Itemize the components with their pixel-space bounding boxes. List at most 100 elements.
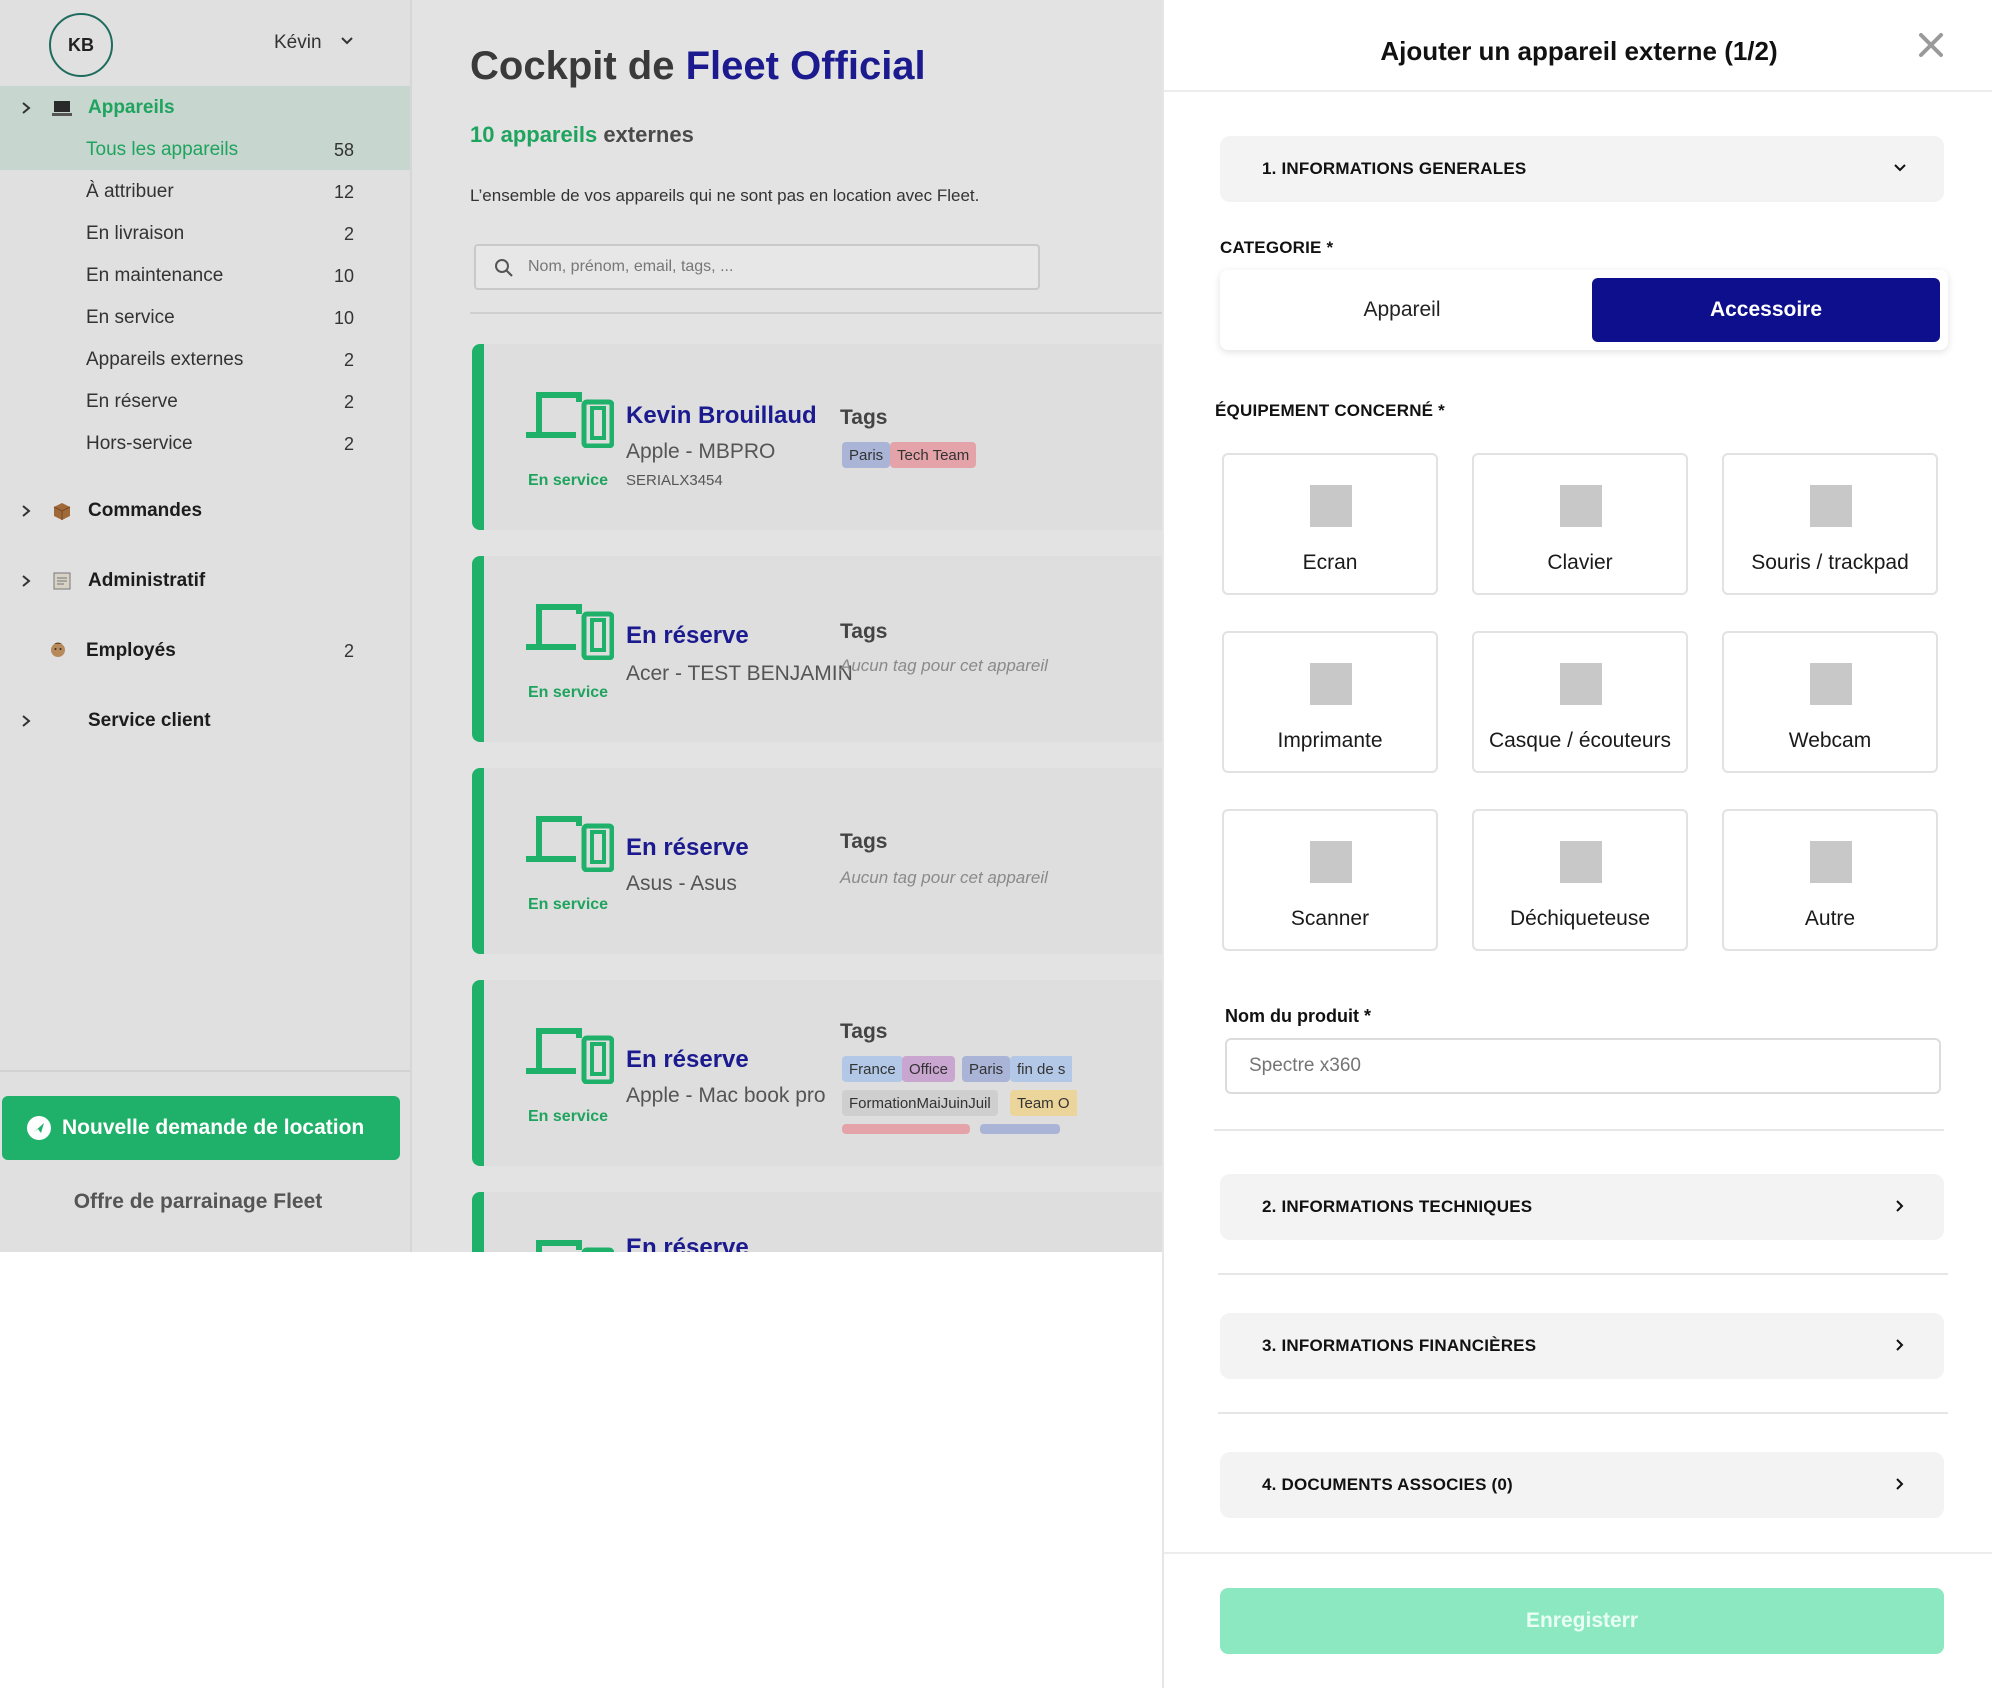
equipment-tile-label: Casque / écouteurs (1488, 729, 1672, 752)
subtitle-count: 10 appareils (470, 122, 598, 147)
sidebar-subitem-count: 2 (343, 349, 354, 370)
devices-icon (536, 1240, 614, 1252)
device-card[interactable]: En réserve (472, 1192, 1162, 1252)
device-owner[interactable]: En réserve (626, 622, 749, 650)
sidebar-subitem-externes[interactable]: Appareils externes 2 (0, 340, 410, 380)
device-card[interactable]: En service En réserve Apple - Mac book p… (472, 980, 1162, 1166)
equipment-tile-autre[interactable]: Autre (1722, 809, 1938, 951)
equipment-tile-scanner[interactable]: Scanner (1222, 809, 1438, 951)
category-option-accessoire[interactable]: Accessoire (1592, 278, 1940, 342)
device-owner[interactable]: En réserve (626, 1046, 749, 1074)
tags-title: Tags (840, 1020, 888, 1043)
sidebar-subitem-en-maintenance[interactable]: En maintenance 10 (0, 256, 410, 296)
panel-footer-divider (1164, 1552, 1992, 1554)
sidebar-item-administratif[interactable]: Administratif (0, 561, 410, 601)
sidebar-item-service-client[interactable]: Service client (0, 701, 410, 741)
printer-icon (1310, 663, 1352, 705)
save-button[interactable]: Enregisterr (1220, 1588, 1944, 1654)
device-owner[interactable]: En réserve (626, 1234, 749, 1252)
chevron-right-icon[interactable] (20, 101, 32, 115)
sidebar-subitem-tous[interactable]: Tous les appareils 58 (0, 130, 410, 170)
tag: Paris (842, 442, 891, 468)
sidebar-subitem-en-service[interactable]: En service 10 (0, 298, 410, 338)
sidebar-item-label: Service client (88, 710, 211, 731)
mouse-icon (1810, 485, 1852, 527)
sidebar-item-commandes[interactable]: Commandes (0, 491, 410, 531)
sidebar-subitem-label: En livraison (86, 223, 185, 244)
main-content: Cockpit de Fleet Official 10 appareils e… (414, 0, 1162, 1252)
chevron-right-icon[interactable] (1892, 1476, 1908, 1492)
device-card[interactable]: En service En réserve Asus - Asus Tags A… (472, 768, 1162, 954)
equipment-tile-label: Déchiqueteuse (1509, 907, 1651, 930)
equipment-tile-souris[interactable]: Souris / trackpad (1722, 453, 1938, 595)
sidebar-subitem-label: À attribuer (86, 181, 174, 202)
document-icon (53, 572, 71, 590)
sidebar-item-appareils[interactable]: Appareils (0, 88, 410, 128)
main-divider (470, 312, 1162, 314)
chevron-down-icon[interactable] (340, 34, 354, 48)
category-segmented-control: Appareil Accessoire (1220, 270, 1948, 350)
close-button[interactable] (1914, 28, 1948, 62)
chevron-right-icon[interactable] (1892, 1198, 1908, 1214)
sidebar-subitem-count: 2 (343, 391, 354, 412)
tag: France (842, 1056, 903, 1082)
search-placeholder: Nom, prénom, email, tags, ... (528, 258, 734, 275)
device-model: Apple - Mac book pro (626, 1084, 826, 1107)
chevron-right-icon[interactable] (20, 714, 32, 728)
sidebar-subitem-label: Appareils externes (86, 349, 244, 370)
equipment-tile-casque[interactable]: Casque / écouteurs (1472, 631, 1688, 773)
cta-label: Nouvelle demande de location (62, 1116, 365, 1139)
chevron-right-icon[interactable] (20, 574, 32, 588)
section-divider (1214, 1129, 1944, 1131)
close-icon[interactable] (1918, 32, 1944, 58)
keyboard-icon (1560, 485, 1602, 527)
device-card[interactable]: En service En réserve Acer - TEST BENJAM… (472, 556, 1162, 742)
section-technical-info[interactable]: 2. INFORMATIONS TECHNIQUES (1220, 1174, 1944, 1240)
devices-icon (526, 1028, 614, 1084)
status-badge: En service (528, 1108, 609, 1125)
page-title: Cockpit de Fleet Official (470, 44, 926, 89)
device-owner[interactable]: Kevin Brouillaud (626, 402, 817, 430)
equipment-tile-dechiqueteuse[interactable]: Déchiqueteuse (1472, 809, 1688, 951)
avatar[interactable]: KB (49, 13, 113, 77)
user-name[interactable]: Kévin (274, 32, 322, 54)
chevron-down-icon[interactable] (1892, 160, 1908, 176)
equipment-tile-label: Souris / trackpad (1751, 551, 1909, 574)
background-app: KB Kévin Appareils Tous les appareils 58… (0, 0, 1162, 1252)
search-input[interactable]: Nom, prénom, email, tags, ... (474, 244, 1040, 290)
tags-title: Tags (840, 830, 888, 853)
device-owner[interactable]: En réserve (626, 834, 749, 862)
section-documents[interactable]: 4. DOCUMENTS ASSOCIES (0) (1220, 1452, 1944, 1518)
title-brand: Fleet Official (685, 44, 926, 88)
referral-link[interactable]: Offre de parrainage Fleet (0, 1190, 396, 1214)
sidebar-subitem-en-reserve[interactable]: En réserve 2 (0, 382, 410, 422)
tags-title: Tags (840, 406, 888, 429)
sidebar-item-label: Administratif (88, 570, 206, 591)
sidebar: KB Kévin Appareils Tous les appareils 58… (0, 0, 412, 1252)
person-icon (51, 642, 65, 657)
equipment-tile-ecran[interactable]: Ecran (1222, 453, 1438, 595)
equipment-tile-imprimante[interactable]: Imprimante (1222, 631, 1438, 773)
tag: fin de s (1010, 1056, 1073, 1082)
sidebar-subitem-label: Tous les appareils (86, 139, 239, 160)
page-subtitle: 10 appareils externes (470, 122, 694, 148)
title-prefix: Cockpit de (470, 44, 675, 88)
equipment-tile-clavier[interactable]: Clavier (1472, 453, 1688, 595)
equipment-tile-webcam[interactable]: Webcam (1722, 631, 1938, 773)
sidebar-subitem-en-livraison[interactable]: En livraison 2 (0, 214, 410, 254)
sidebar-item-employes[interactable]: Employés 2 (0, 631, 410, 671)
page-description: L’ensemble de vos appareils qui ne sont … (470, 186, 980, 205)
category-option-appareil[interactable]: Appareil (1228, 278, 1576, 342)
new-rental-request-button[interactable]: Nouvelle demande de location (2, 1096, 400, 1160)
sidebar-subitem-hors-service[interactable]: Hors-service 2 (0, 424, 410, 464)
chevron-right-icon[interactable] (20, 504, 32, 518)
sidebar-subitem-a-attribuer[interactable]: À attribuer 12 (0, 172, 410, 212)
sidebar-item-label: Commandes (88, 500, 203, 521)
section-financial-info[interactable]: 3. INFORMATIONS FINANCIÈRES (1220, 1313, 1944, 1379)
device-card[interactable]: En service Kevin Brouillaud Apple - MBPR… (472, 344, 1162, 530)
no-tags-text: Aucun tag pour cet appareil (840, 656, 1048, 675)
section-general-info[interactable]: 1. INFORMATIONS GENERALES (1220, 136, 1944, 202)
sidebar-item-count: 2 (343, 640, 354, 661)
product-name-input[interactable] (1225, 1038, 1941, 1094)
chevron-right-icon[interactable] (1892, 1337, 1908, 1353)
